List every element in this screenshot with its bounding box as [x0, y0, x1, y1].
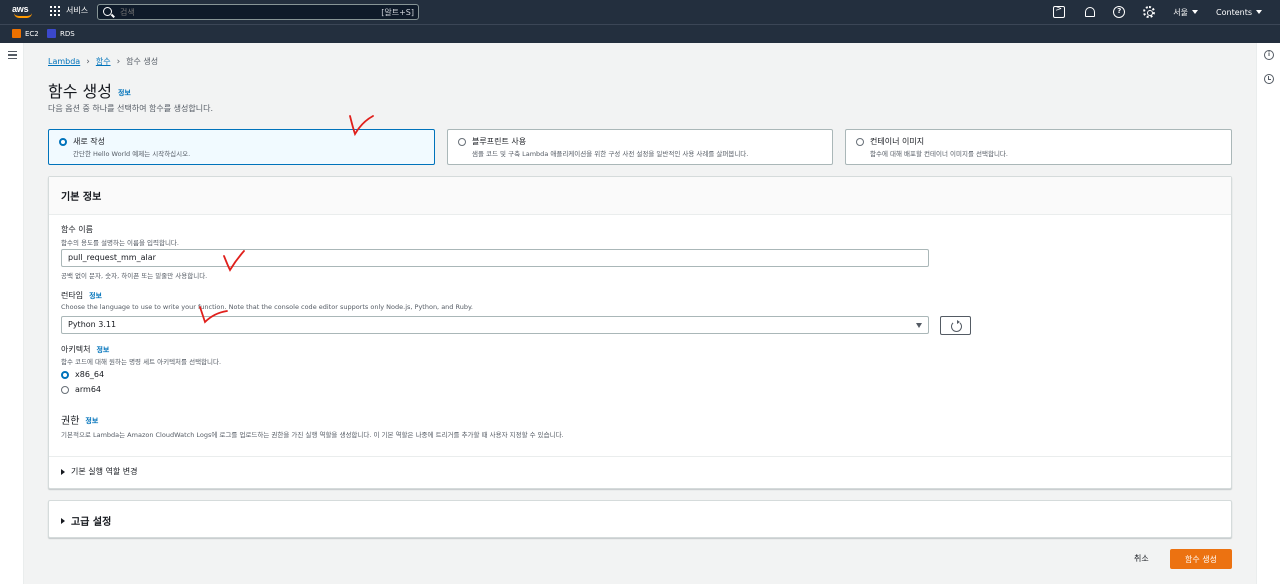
rds-icon	[47, 29, 56, 38]
refresh-icon[interactable]	[940, 316, 971, 335]
basic-info-panel: 기본 정보 함수 이름 함수의 용도를 설명하는 이름을 입력합니다. pull…	[48, 176, 1232, 489]
permissions-desc: 기본적으로 Lambda는 Amazon CloudWatch Logs에 로그…	[61, 431, 564, 439]
arch-label: 아키텍처	[61, 345, 91, 354]
favorite-ec2[interactable]: EC2	[12, 29, 39, 38]
advanced-settings-panel[interactable]: 고급 설정	[48, 500, 1232, 538]
page-title-row: 함수 생성 정보	[48, 78, 131, 102]
favorite-label: RDS	[60, 29, 75, 38]
search-bar[interactable]: [알트+S]	[97, 4, 419, 20]
chevron-right-icon: ›	[116, 56, 121, 67]
region-label: 서울	[1173, 7, 1189, 17]
top-nav-bar: aws 서비스 [알트+S] ? 서울 Contents	[0, 0, 1280, 24]
permissions-label-row: 권한 정보	[61, 412, 98, 427]
panel-title: 기본 정보	[61, 192, 102, 203]
favorites-bar: EC2 RDS	[0, 24, 1280, 43]
option-radio[interactable]	[59, 138, 67, 146]
function-name-input[interactable]: pull_request_mm_alar	[61, 249, 929, 267]
cloudshell-icon[interactable]	[1053, 4, 1066, 18]
history-clock-icon[interactable]	[1264, 74, 1274, 84]
favorite-rds[interactable]: RDS	[47, 29, 75, 38]
arch-option-label: arm64	[75, 385, 102, 394]
settings-gear-icon[interactable]	[1143, 6, 1156, 18]
runtime-select[interactable]: Python 3.11	[61, 316, 929, 334]
ec2-icon	[12, 29, 21, 38]
left-side-rail	[0, 43, 24, 584]
function-name-label: 함수 이름	[61, 225, 93, 234]
apps-grid-icon	[50, 5, 60, 16]
runtime-value: Python 3.11	[68, 320, 117, 329]
panel-header: 기본 정보	[49, 177, 1231, 215]
arch-info-link[interactable]: 정보	[96, 346, 109, 354]
search-icon	[103, 7, 112, 16]
arch-option-arm64[interactable]: arm64	[61, 385, 101, 394]
breadcrumb-functions[interactable]: 함수	[96, 56, 111, 67]
option-author-from-scratch[interactable]: 새로 작성 간단한 Hello World 예제는 시작하십시오.	[48, 129, 435, 165]
function-name-desc: 함수의 용도를 설명하는 이름을 입력합니다.	[61, 239, 179, 247]
arch-radio[interactable]	[61, 385, 69, 394]
runtime-label: 런타임	[61, 291, 84, 300]
aws-logo[interactable]: aws	[12, 4, 34, 20]
services-menu[interactable]: 서비스	[50, 5, 88, 16]
region-selector[interactable]: 서울	[1173, 7, 1199, 18]
info-panel-icon[interactable]: i	[1264, 50, 1274, 60]
favorite-label: EC2	[25, 29, 39, 38]
breadcrumb-current: 함수 생성	[126, 57, 159, 66]
chevron-down-icon	[1256, 10, 1262, 14]
page-title: 함수 생성	[48, 82, 112, 101]
caret-right-icon	[61, 468, 65, 475]
arch-option-label: x86_64	[75, 370, 105, 379]
breadcrumb: Lambda › 함수 › 함수 생성	[48, 56, 158, 67]
runtime-desc: Choose the language to use to write your…	[61, 303, 473, 311]
aws-smile-icon	[14, 13, 32, 18]
option-title: 새로 작성	[73, 137, 105, 146]
option-radio[interactable]	[458, 138, 466, 146]
function-name-hint: 공백 없이 문자, 숫자, 하이픈 또는 밑줄만 사용합니다.	[61, 272, 208, 280]
account-label: Contents	[1216, 7, 1252, 17]
change-role-expander[interactable]: 기본 실행 역할 변경	[61, 466, 138, 477]
option-use-blueprint[interactable]: 블루프린트 사용 샘플 코드 및 구축 Lambda 애플리케이션을 위한 구성…	[447, 129, 833, 165]
permissions-label: 권한	[61, 416, 80, 427]
search-shortcut: [알트+S]	[381, 8, 414, 17]
option-desc: 함수에 대해 배포할 컨테이너 이미지를 선택합니다.	[870, 150, 1008, 158]
menu-hamburger-icon[interactable]	[8, 51, 17, 59]
breadcrumb-lambda[interactable]: Lambda	[48, 57, 80, 66]
arch-option-x86[interactable]: x86_64	[61, 370, 104, 379]
option-radio[interactable]	[856, 138, 864, 146]
change-role-label: 기본 실행 역할 변경	[71, 467, 138, 476]
arch-radio[interactable]	[61, 370, 69, 379]
divider	[49, 456, 1231, 457]
arch-label-row: 아키텍처 정보	[61, 344, 109, 355]
option-desc: 간단한 Hello World 예제는 시작하십시오.	[73, 150, 191, 158]
runtime-label-row: 런타임 정보	[61, 290, 102, 301]
option-title: 컨테이너 이미지	[870, 137, 925, 146]
search-input[interactable]	[120, 6, 370, 18]
create-function-button[interactable]: 함수 생성	[1170, 549, 1232, 569]
dropdown-caret-icon	[916, 323, 922, 328]
option-title: 블루프린트 사용	[472, 137, 527, 146]
cancel-button[interactable]: 취소	[1134, 553, 1149, 564]
permissions-info-link[interactable]: 정보	[85, 417, 98, 425]
account-menu[interactable]: Contents	[1216, 8, 1262, 17]
advanced-settings-expander[interactable]: 고급 설정	[61, 513, 111, 528]
page-subtitle: 다음 옵션 중 하나를 선택하여 함수를 생성합니다.	[48, 104, 213, 113]
top-right-controls: ? 서울 Contents	[1053, 0, 1280, 24]
advanced-settings-label: 고급 설정	[71, 517, 112, 528]
services-label: 서비스	[66, 6, 89, 15]
notifications-bell-icon[interactable]	[1083, 6, 1096, 18]
right-side-rail: i	[1256, 43, 1280, 584]
option-desc: 샘플 코드 및 구축 Lambda 애플리케이션을 위한 구성 사전 설정을 일…	[472, 150, 749, 158]
arch-desc: 함수 코드에 대해 원하는 명령 세트 아키텍처를 선택합니다.	[61, 358, 222, 366]
caret-right-icon	[61, 517, 65, 524]
runtime-info-link[interactable]: 정보	[89, 292, 102, 300]
chevron-right-icon: ›	[86, 56, 90, 67]
title-info-link[interactable]: 정보	[118, 89, 131, 97]
option-container-image[interactable]: 컨테이너 이미지 함수에 대해 배포할 컨테이너 이미지를 선택합니다.	[845, 129, 1232, 165]
help-icon[interactable]: ?	[1113, 6, 1126, 18]
chevron-down-icon	[1192, 10, 1199, 14]
